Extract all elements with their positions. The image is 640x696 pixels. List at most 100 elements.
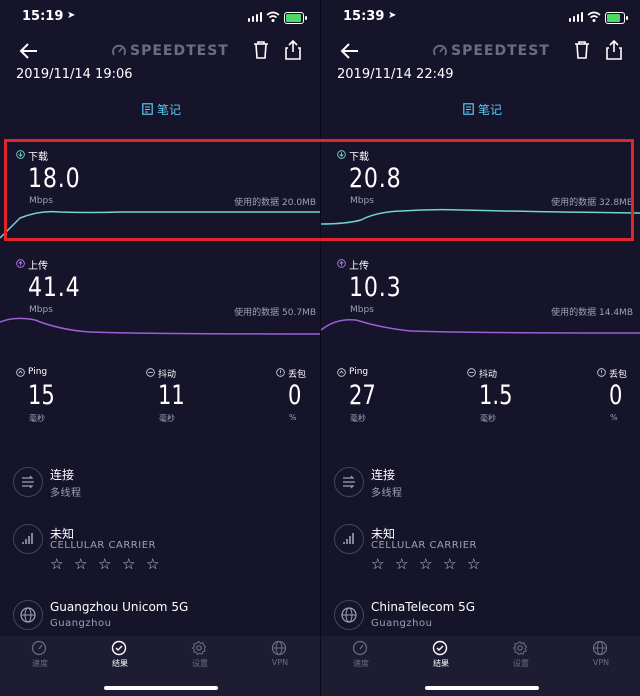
upload-arrow-icon bbox=[337, 259, 346, 268]
ping-label: Ping bbox=[349, 367, 369, 377]
speedometer-icon bbox=[352, 640, 368, 656]
battery-icon bbox=[605, 12, 628, 24]
gear-icon bbox=[191, 640, 207, 656]
star-icon[interactable]: ☆ bbox=[467, 555, 480, 573]
upload-value: 41.4 bbox=[28, 272, 81, 303]
connection-subtitle: 多线程 bbox=[50, 488, 82, 499]
star-icon[interactable]: ☆ bbox=[371, 555, 384, 573]
packet-loss-icon bbox=[597, 368, 606, 377]
share-icon[interactable] bbox=[605, 40, 623, 60]
globe-icon bbox=[13, 600, 43, 630]
star-icon[interactable]: ☆ bbox=[98, 555, 111, 573]
connection-title: 连接 bbox=[50, 468, 75, 482]
server-title: Guangzhou Unicom 5G bbox=[50, 600, 189, 614]
tab-results[interactable]: 结果 bbox=[80, 636, 160, 676]
jitter-value: 11 bbox=[158, 380, 185, 411]
result-screen-left: 15:19 ➤ SPEEDTEST 2019/11/14 19:06 笔记 下载… bbox=[0, 0, 320, 696]
gear-icon bbox=[512, 640, 528, 656]
packet-loss-label: 丢包 bbox=[288, 370, 307, 380]
packet-loss-label: 丢包 bbox=[609, 370, 628, 380]
back-arrow-icon[interactable] bbox=[18, 40, 40, 62]
notes-button[interactable]: 笔记 bbox=[478, 101, 502, 118]
star-icon[interactable]: ☆ bbox=[74, 555, 87, 573]
status-bar: 15:19 ➤ bbox=[0, 8, 320, 28]
tab-results[interactable]: 结果 bbox=[401, 636, 481, 676]
packet-loss-value: 0 bbox=[609, 380, 623, 411]
tab-vpn[interactable]: VPN bbox=[240, 636, 320, 676]
tab-vpn[interactable]: VPN bbox=[561, 636, 640, 676]
tab-settings-label: 设置 bbox=[192, 659, 208, 668]
carrier-signal-icon bbox=[334, 524, 364, 554]
server-title: ChinaTelecom 5G bbox=[371, 600, 476, 614]
tab-settings[interactable]: 设置 bbox=[481, 636, 561, 676]
status-time: 15:39 bbox=[343, 9, 385, 24]
home-indicator[interactable] bbox=[104, 686, 218, 690]
jitter-value: 1.5 bbox=[479, 380, 513, 411]
status-time: 15:19 bbox=[22, 9, 64, 24]
tab-results-label: 结果 bbox=[112, 659, 128, 668]
cellular-signal-icon bbox=[569, 12, 583, 22]
check-circle-icon bbox=[432, 640, 448, 656]
upload-label: 上传 bbox=[349, 261, 369, 272]
jitter-label: 抖动 bbox=[479, 370, 498, 380]
server-subtitle: Guangzhou bbox=[371, 618, 433, 629]
star-icon[interactable]: ☆ bbox=[122, 555, 135, 573]
ping-value: 27 bbox=[349, 380, 376, 411]
trash-icon[interactable] bbox=[252, 40, 270, 60]
connection-icon bbox=[334, 467, 364, 497]
vpn-globe-icon bbox=[592, 640, 608, 656]
carrier-subtitle: CELLULAR CARRIER bbox=[371, 540, 477, 551]
notes-icon[interactable] bbox=[142, 103, 153, 115]
ping-icon bbox=[337, 368, 346, 377]
ping-label: Ping bbox=[28, 367, 48, 377]
wifi-icon bbox=[587, 11, 601, 22]
check-circle-icon bbox=[111, 640, 127, 656]
tab-settings-label: 设置 bbox=[513, 659, 529, 668]
star-icon[interactable]: ☆ bbox=[146, 555, 159, 573]
server-subtitle: Guangzhou bbox=[50, 618, 112, 629]
vpn-globe-icon bbox=[271, 640, 287, 656]
tab-speed-label: 速度 bbox=[353, 659, 369, 668]
tab-speed[interactable]: 速度 bbox=[321, 636, 401, 676]
tab-speed[interactable]: 速度 bbox=[0, 636, 80, 676]
download-highlight-box bbox=[4, 139, 634, 241]
jitter-label: 抖动 bbox=[158, 370, 177, 380]
wifi-icon bbox=[266, 11, 280, 22]
back-arrow-icon[interactable] bbox=[339, 40, 361, 62]
trash-icon[interactable] bbox=[573, 40, 591, 60]
connection-icon bbox=[13, 467, 43, 497]
tab-vpn-label: VPN bbox=[271, 658, 289, 667]
status-bar: 15:39 ➤ bbox=[321, 8, 640, 28]
result-screen-right: 15:39 ➤ SPEEDTEST 2019/11/14 22:49 笔记 下载… bbox=[321, 0, 640, 696]
carrier-subtitle: CELLULAR CARRIER bbox=[50, 540, 156, 551]
share-icon[interactable] bbox=[284, 40, 302, 60]
battery-icon bbox=[284, 12, 307, 24]
ping-unit: 毫秒 bbox=[350, 414, 366, 423]
carrier-signal-icon bbox=[13, 524, 43, 554]
connection-title: 连接 bbox=[371, 468, 396, 482]
ping-unit: 毫秒 bbox=[29, 414, 45, 423]
upload-label: 上传 bbox=[28, 261, 48, 272]
tab-settings[interactable]: 设置 bbox=[160, 636, 240, 676]
upload-graph bbox=[321, 318, 640, 334]
speedtest-logo-icon bbox=[433, 44, 447, 56]
location-arrow-icon: ➤ bbox=[67, 10, 76, 21]
jitter-icon bbox=[146, 368, 155, 377]
star-icon[interactable]: ☆ bbox=[50, 555, 63, 573]
packet-loss-unit: % bbox=[289, 413, 297, 422]
speedometer-icon bbox=[31, 640, 47, 656]
speedtest-logo-icon bbox=[112, 44, 126, 56]
cellular-signal-icon bbox=[248, 12, 262, 22]
star-icon[interactable]: ☆ bbox=[419, 555, 432, 573]
top-bar: SPEEDTEST bbox=[321, 40, 640, 64]
notes-button[interactable]: 笔记 bbox=[157, 101, 181, 118]
star-icon[interactable]: ☆ bbox=[395, 555, 408, 573]
tab-vpn-label: VPN bbox=[592, 658, 610, 667]
home-indicator[interactable] bbox=[425, 686, 539, 690]
notes-icon[interactable] bbox=[463, 103, 474, 115]
globe-icon bbox=[334, 600, 364, 630]
star-icon[interactable]: ☆ bbox=[443, 555, 456, 573]
test-datetime: 2019/11/14 19:06 bbox=[16, 67, 133, 82]
packet-loss-value: 0 bbox=[288, 380, 302, 411]
ping-icon bbox=[16, 368, 25, 377]
